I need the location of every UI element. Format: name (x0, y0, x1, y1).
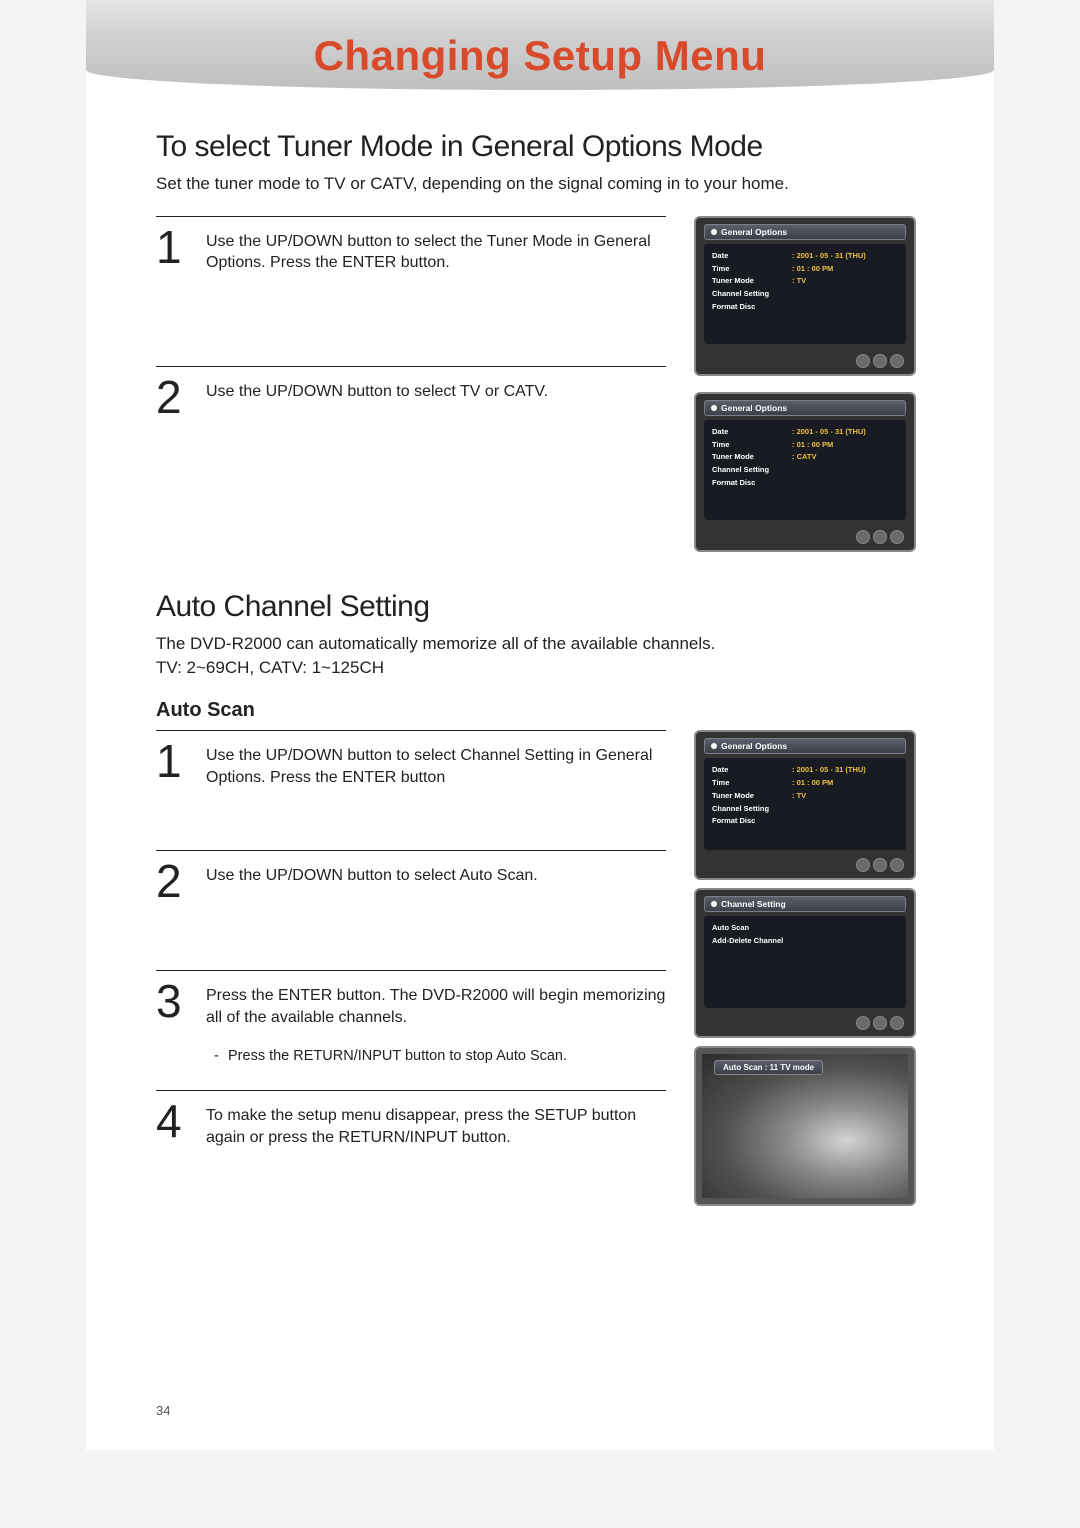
section2-step-2: 2 Use the UP/DOWN button to select Auto … (156, 850, 666, 970)
osd-general-options-tv-2: General Options Date: 2001 - 05 - 31 (TH… (694, 730, 916, 880)
step-text: Use the UP/DOWN button to select the Tun… (206, 227, 666, 274)
step-text: To make the setup menu disappear, press … (206, 1101, 666, 1148)
section1-step-2: 2 Use the UP/DOWN button to select TV or… (156, 366, 666, 496)
section2-step-1: 1 Use the UP/DOWN button to select Chann… (156, 730, 666, 850)
step-number: 1 (156, 741, 192, 782)
auto-scan-status: Auto Scan : 11 TV mode (714, 1060, 823, 1075)
step-text: Press the ENTER button. The DVD-R2000 wi… (206, 987, 665, 1026)
step-number: 1 (156, 227, 192, 268)
osd-title: Channel Setting (704, 896, 906, 912)
osd-title: General Options (704, 738, 906, 754)
header-title: Changing Setup Menu (86, 32, 994, 80)
tv-preview-image (702, 1054, 908, 1198)
page-number: 34 (156, 1403, 170, 1418)
osd-channel-setting: Channel Setting Auto Scan Add-Delete Cha… (694, 888, 916, 1038)
osd-title: General Options (704, 224, 906, 240)
auto-scan-heading: Auto Scan (156, 699, 924, 722)
section2-step-3: 3 Press the ENTER button. The DVD-R2000 … (156, 970, 666, 1090)
step-number: 3 (156, 981, 192, 1022)
step-number: 2 (156, 377, 192, 418)
step-text: Use the UP/DOWN button to select TV or C… (206, 377, 666, 403)
osd-general-options-tv: General Options Date: 2001 - 05 - 31 (TH… (694, 216, 916, 376)
manual-page: Changing Setup Menu To select Tuner Mode… (86, 0, 994, 1450)
osd-title: General Options (704, 400, 906, 416)
section2-step-4: 4 To make the setup menu disappear, pres… (156, 1090, 666, 1170)
step-note: Press the RETURN/INPUT button to stop Au… (206, 1047, 666, 1067)
section1-title: To select Tuner Mode in General Options … (156, 130, 924, 164)
section2-subtitle: The DVD-R2000 can automatically memorize… (156, 632, 924, 680)
osd-auto-scan-preview: Auto Scan : 11 TV mode (694, 1046, 916, 1206)
step-number: 4 (156, 1101, 192, 1142)
step-number: 2 (156, 861, 192, 902)
section2-title: Auto Channel Setting (156, 590, 924, 624)
header-bar: Changing Setup Menu (86, 0, 994, 90)
section1-subtitle: Set the tuner mode to TV or CATV, depend… (156, 172, 924, 196)
osd-general-options-catv: General Options Date: 2001 - 05 - 31 (TH… (694, 392, 916, 552)
step-text: Use the UP/DOWN button to select Auto Sc… (206, 861, 666, 887)
section1-step-1: 1 Use the UP/DOWN button to select the T… (156, 216, 666, 366)
step-text: Use the UP/DOWN button to select Channel… (206, 741, 666, 788)
